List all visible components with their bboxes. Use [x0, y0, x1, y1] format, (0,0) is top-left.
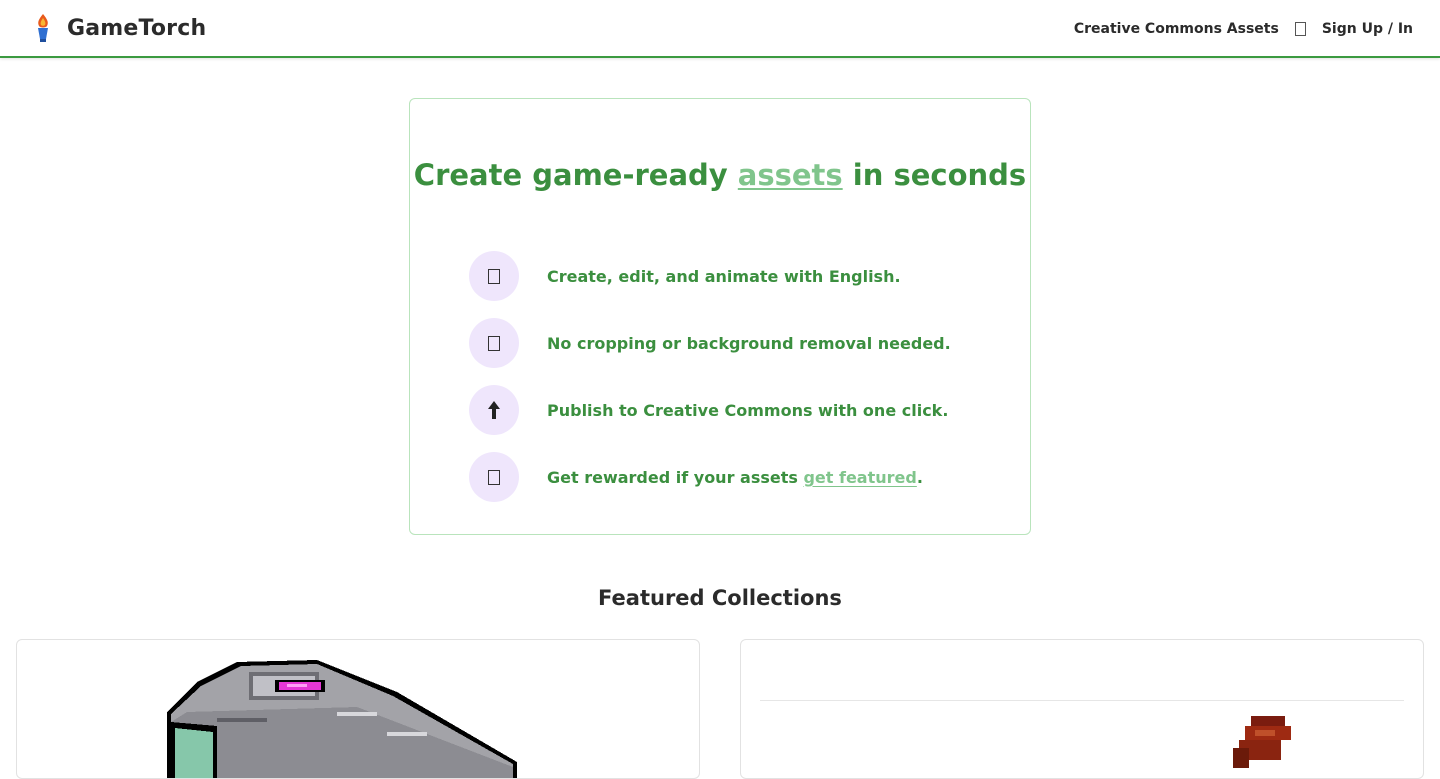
brand-name: GameTorch [67, 15, 207, 41]
card-divider [760, 700, 1404, 701]
brand[interactable]: GameTorch [31, 12, 206, 44]
top-header: GameTorch Creative Commons Assets Sign U… [0, 0, 1440, 58]
top-nav: Creative Commons Assets Sign Up / In [1074, 18, 1413, 40]
feature-item: No cropping or background removal needed… [469, 318, 951, 368]
sign-up-in-link[interactable]: Sign Up / In [1322, 21, 1413, 37]
placeholder-glyph-icon [488, 469, 500, 485]
feature-text-start: Get rewarded if your assets [547, 467, 804, 487]
feature-text: Get rewarded if your assets get featured… [547, 468, 923, 487]
feature-icon-circle [469, 385, 519, 435]
featured-collections-heading: Featured Collections [598, 586, 842, 610]
feature-item: Get rewarded if your assets get featured… [469, 452, 923, 502]
hero-title-end: in seconds [842, 158, 1027, 192]
feature-text: Publish to Creative Commons with one cli… [547, 400, 949, 420]
hero-title-highlight: assets [737, 158, 843, 192]
feature-item: Create, edit, and animate with English. [469, 251, 901, 301]
feature-text: No cropping or background removal needed… [547, 333, 951, 353]
feature-item: Publish to Creative Commons with one cli… [469, 385, 948, 435]
placeholder-glyph-icon [488, 268, 500, 284]
collection-card[interactable] [740, 639, 1424, 779]
hero-title-start: Create game-ready [413, 158, 738, 192]
hero-card: Create game-ready assets in seconds Crea… [409, 98, 1031, 535]
get-featured-link[interactable]: get featured [803, 468, 916, 487]
feature-icon-circle [469, 452, 519, 502]
torch-logo-icon [38, 14, 48, 42]
up-arrow-icon [488, 401, 500, 419]
placeholder-glyph-icon[interactable] [1294, 22, 1306, 36]
feature-icon-circle [469, 251, 519, 301]
pixel-art-device-image [167, 660, 517, 778]
feature-text-end: . [916, 467, 923, 487]
feature-icon-circle [469, 318, 519, 368]
feature-text: Create, edit, and animate with English. [547, 266, 901, 286]
collection-card[interactable] [16, 639, 700, 779]
creative-commons-assets-link[interactable]: Creative Commons Assets [1074, 21, 1279, 37]
placeholder-glyph-icon [488, 335, 500, 351]
hero-title: Create game-ready assets in seconds [410, 157, 1030, 194]
pixel-art-item-image [1233, 716, 1291, 768]
